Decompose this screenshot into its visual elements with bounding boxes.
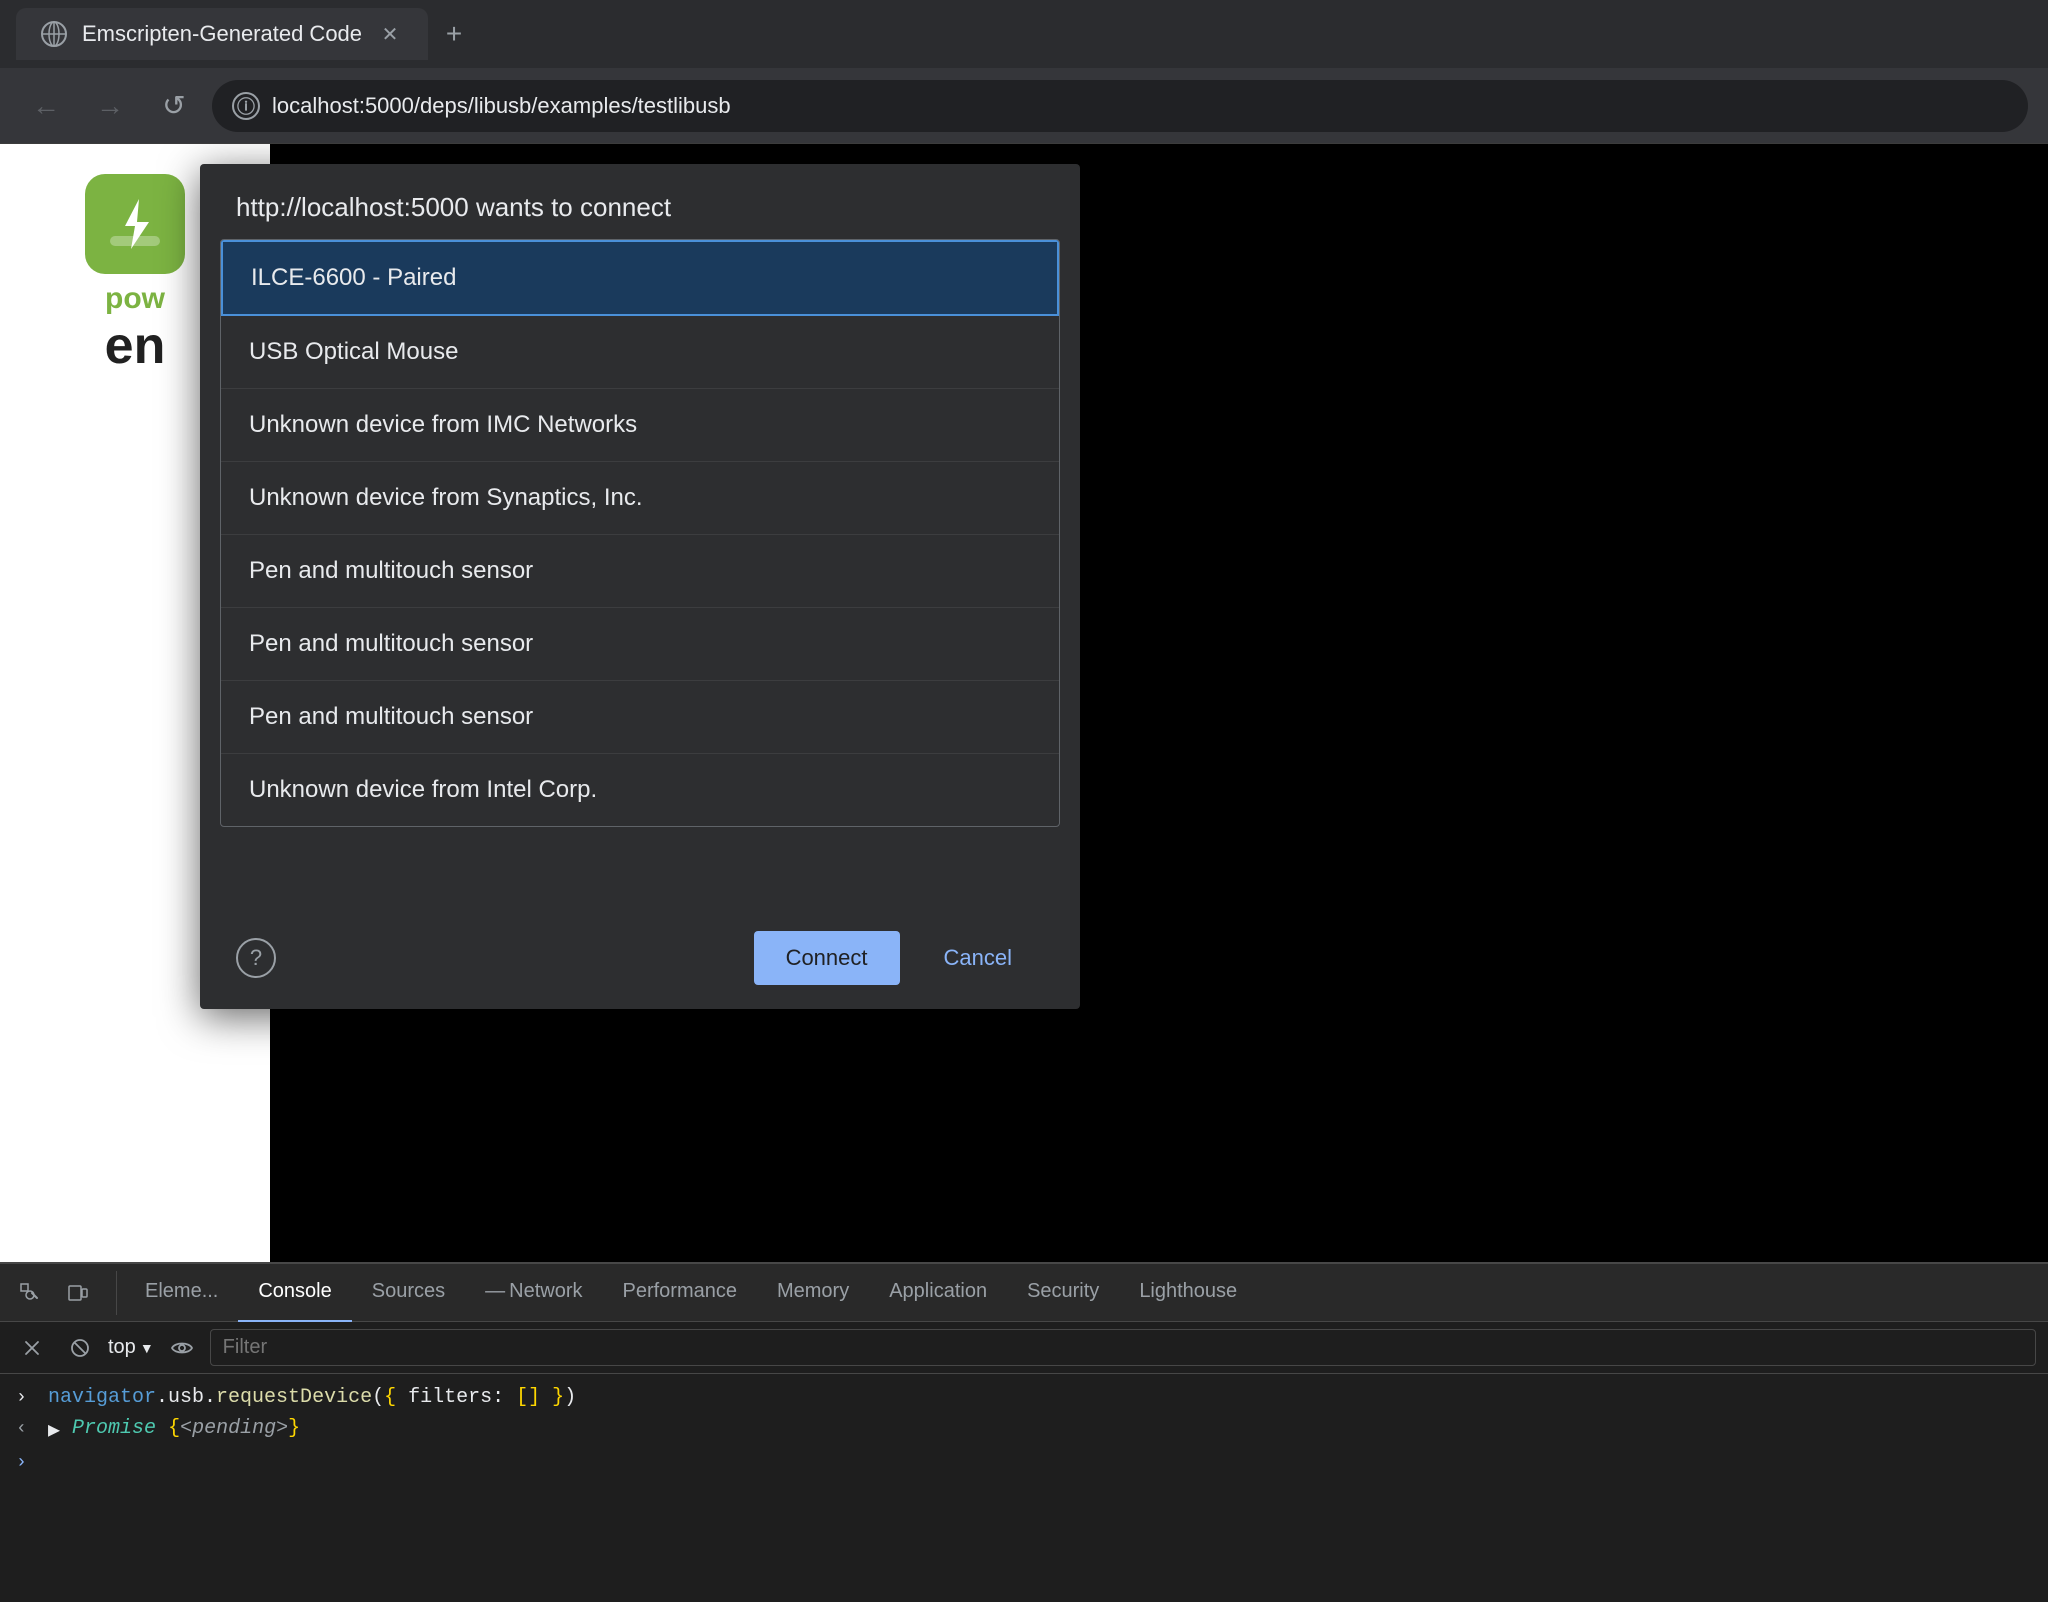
tab-network[interactable]: — Network [465,1264,602,1322]
connect-button[interactable]: Connect [754,931,900,985]
console-output-text: Promise {<pending>} [72,1417,300,1440]
dialog-header: http://localhost:5000 wants to connect [200,164,1080,239]
device-item-label-7: Unknown device from Intel Corp. [249,776,597,803]
eye-icon[interactable] [162,1328,202,1368]
tab-sources[interactable]: Sources [352,1264,465,1322]
devtools-console: › navigator.usb.requestDevice({ filters:… [0,1374,2048,1602]
tab-title: Emscripten-Generated Code [82,21,362,47]
tab-performance-label: Performance [622,1280,737,1303]
tab-elements-label: Eleme... [145,1280,218,1303]
console-empty-arrow: › [16,1453,36,1473]
address-text: localhost:5000/deps/libusb/examples/test… [272,93,731,119]
device-item-label-1: USB Optical Mouse [249,338,458,365]
tab-network-label: — [485,1280,505,1303]
device-item-label-0: ILCE-6600 - Paired [251,264,456,291]
dialog-footer: ? Connect Cancel [200,907,1080,1009]
dialog-title: http://localhost:5000 wants to connect [236,192,671,222]
device-item-label-4: Pen and multitouch sensor [249,557,533,584]
tab-network-text: Network [509,1280,582,1303]
device-item-1[interactable]: USB Optical Mouse [221,316,1059,389]
tab-lighthouse[interactable]: Lighthouse [1119,1264,1257,1322]
console-line-3: › [16,1451,2032,1473]
device-item-2[interactable]: Unknown device from IMC Networks [221,389,1059,462]
forward-button[interactable]: → [84,80,136,132]
device-item-6[interactable]: Pen and multitouch sensor [221,681,1059,754]
device-item-7[interactable]: Unknown device from Intel Corp. [221,754,1059,826]
tab-application-label: Application [889,1280,987,1303]
tab-favicon-icon [40,20,68,48]
clear-console-icon[interactable] [12,1328,52,1368]
device-item-label-2: Unknown device from IMC Networks [249,411,637,438]
new-tab-button[interactable]: + [432,12,476,56]
console-line-1: › navigator.usb.requestDevice({ filters:… [16,1386,2032,1409]
tab-memory-label: Memory [777,1280,849,1303]
reload-button[interactable]: ↺ [148,80,200,132]
page-area: pow en http://localhost:5000 wants to co… [0,144,2048,1262]
devtools-tabs: Eleme... Console Sources — Network Perfo… [0,1264,2048,1322]
dropdown-arrow-icon: ▼ [140,1340,154,1356]
address-info-icon: ⓘ [232,92,260,120]
device-item-label-3: Unknown device from Synaptics, Inc. [249,484,643,511]
device-list: ILCE-6600 - Paired USB Optical Mouse Unk… [220,239,1060,827]
tab-memory[interactable]: Memory [757,1264,869,1322]
device-item-5[interactable]: Pen and multitouch sensor [221,608,1059,681]
top-context-dropdown[interactable]: top ▼ [108,1336,154,1359]
devtools-inspect-icon[interactable] [8,1271,52,1315]
filter-input[interactable] [210,1329,2036,1366]
console-input-arrow: › [16,1388,36,1408]
address-bar[interactable]: ⓘ localhost:5000/deps/libusb/examples/te… [212,80,2028,132]
dialog-empty-space [200,827,1080,907]
browser-chrome: Emscripten-Generated Code ✕ + ← → ↺ ⓘ lo… [0,0,2048,144]
tab-console-label: Console [258,1280,331,1303]
page-app-icon [85,174,185,274]
devtools-tab-icons [8,1271,117,1315]
tab-performance[interactable]: Performance [602,1264,757,1322]
page-title-green: pow [105,282,165,316]
nav-bar: ← → ↺ ⓘ localhost:5000/deps/libusb/examp… [0,68,2048,144]
tab-console[interactable]: Console [238,1264,351,1322]
device-item-0[interactable]: ILCE-6600 - Paired [221,240,1059,316]
tab-lighthouse-label: Lighthouse [1139,1280,1237,1303]
devtools-toolbar: top ▼ [0,1322,2048,1374]
console-input-text: navigator.usb.requestDevice({ filters: [… [48,1386,576,1409]
top-context-label: top [108,1336,136,1359]
block-icon[interactable] [60,1328,100,1368]
tab-application[interactable]: Application [869,1264,1007,1322]
tab-security[interactable]: Security [1007,1264,1119,1322]
console-output-arrow: ‹ [16,1419,36,1439]
device-item-label-6: Pen and multitouch sensor [249,703,533,730]
back-button[interactable]: ← [20,80,72,132]
device-item-label-5: Pen and multitouch sensor [249,630,533,657]
dialog-actions: Connect Cancel [754,931,1044,985]
lightning-icon [105,194,165,254]
tab-security-label: Security [1027,1280,1099,1303]
console-line-2: ‹ ▶ Promise {<pending>} [16,1417,2032,1443]
devtools-panel: Eleme... Console Sources — Network Perfo… [0,1262,2048,1602]
tab-sources-label: Sources [372,1280,445,1303]
console-output-triangle: ▶ [48,1417,60,1443]
page-title-dark: en [105,316,166,376]
device-item-3[interactable]: Unknown device from Synaptics, Inc. [221,462,1059,535]
tab-bar: Emscripten-Generated Code ✕ + [0,0,2048,68]
tab-close-button[interactable]: ✕ [376,20,404,48]
tab-elements[interactable]: Eleme... [125,1264,238,1322]
usb-dialog: http://localhost:5000 wants to connect I… [200,164,1080,1009]
device-item-4[interactable]: Pen and multitouch sensor [221,535,1059,608]
devtools-device-icon[interactable] [56,1271,100,1315]
cancel-button[interactable]: Cancel [912,931,1044,985]
active-tab[interactable]: Emscripten-Generated Code ✕ [16,8,428,60]
dialog-help-icon[interactable]: ? [236,938,276,978]
